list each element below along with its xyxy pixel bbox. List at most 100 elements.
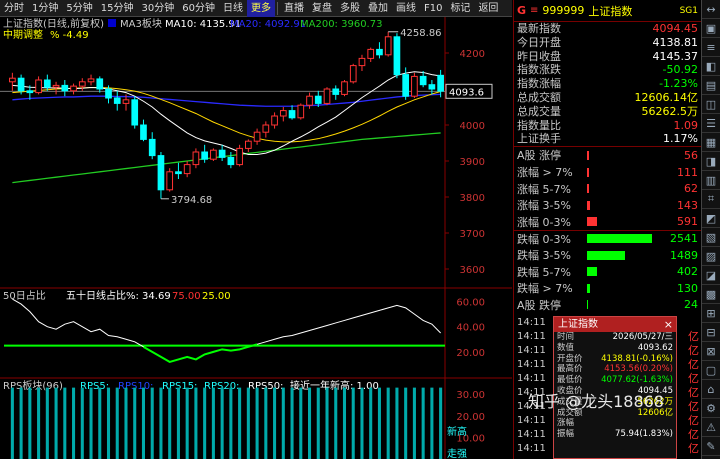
candle-body xyxy=(236,147,243,166)
range-label: A股 涨停 xyxy=(517,149,562,163)
candle-body xyxy=(43,79,51,88)
y-tick-label: 4200 xyxy=(460,49,485,60)
side-tool-icon[interactable]: ◩ xyxy=(702,209,720,228)
side-tool-icon[interactable]: ▥ xyxy=(702,171,720,190)
candle-body xyxy=(70,85,77,92)
y-tick-label: 3700 xyxy=(460,229,485,240)
side-tool-icon[interactable]: ▩ xyxy=(702,285,720,304)
ma60-line xyxy=(12,93,441,107)
side-tool-icon[interactable]: ▧ xyxy=(702,228,720,247)
toolbar-item-2[interactable]: 5分钟 xyxy=(62,0,96,17)
side-tool-icon[interactable]: ↔ xyxy=(702,0,720,19)
close-icon[interactable]: × xyxy=(664,317,673,332)
toolbar-item-12[interactable]: 画线 xyxy=(392,0,420,17)
side-tool-icon[interactable]: ⊞ xyxy=(702,304,720,323)
quote-key: 指数量比 xyxy=(517,118,561,132)
panel2-line xyxy=(12,298,441,363)
toolbar-item-11[interactable]: 叠加 xyxy=(364,0,392,17)
candle-body xyxy=(35,79,42,94)
side-tool-icon[interactable]: ☰ xyxy=(702,114,720,133)
toolbar-item-5[interactable]: 60分钟 xyxy=(178,0,219,17)
candle-body xyxy=(166,171,174,191)
range-label: 跌幅 5-7% xyxy=(517,265,571,279)
range-label: 涨幅 0-3% xyxy=(517,215,571,229)
candle-body xyxy=(358,57,366,67)
side-tool-icon[interactable]: ⚠ xyxy=(702,418,720,437)
quote-key: 上证换手 xyxy=(517,132,561,146)
side-tool-icon[interactable]: ▣ xyxy=(702,19,720,38)
advance-decline-row[interactable]: 跌幅 > 7% 130 xyxy=(514,280,701,297)
popup-value: 4093.62 xyxy=(637,342,673,353)
sub-value: % -4.49 xyxy=(50,30,89,41)
side-tool-icon[interactable]: ✎ xyxy=(702,437,720,456)
side-tool-icon[interactable]: ▤ xyxy=(702,76,720,95)
toolbar-item-15[interactable]: 返回 xyxy=(474,0,502,17)
side-tool-icon[interactable]: ⚙ xyxy=(702,399,720,418)
ma-block-icon[interactable] xyxy=(108,19,116,27)
quote-value: 12606.14亿 xyxy=(634,90,699,104)
y-tick-label: 3600 xyxy=(460,265,485,276)
advance-decline-row[interactable]: A股 跌停 24 xyxy=(514,297,701,314)
candle-body xyxy=(52,84,60,88)
sg-badge[interactable]: SG1 xyxy=(680,6,698,16)
advance-decline-row[interactable]: 跌幅 5-7% 402 xyxy=(514,263,701,280)
toolbar-item-13[interactable]: F10 xyxy=(420,0,446,17)
advance-decline-row[interactable]: 涨幅 > 7% 111 xyxy=(514,164,701,181)
side-tool-icon[interactable]: ◫ xyxy=(702,95,720,114)
toolbar-item-7[interactable]: 更多 xyxy=(246,0,275,17)
quote-row: 昨日收盘 4145.37 xyxy=(514,50,701,64)
side-tool-icon[interactable]: ⌂ xyxy=(702,380,720,399)
toolbar-item-9[interactable]: 复盘 xyxy=(308,0,336,17)
quote-value: 4138.81 xyxy=(652,35,699,49)
side-tool-icon[interactable]: ⊠ xyxy=(702,342,720,361)
count-bar xyxy=(587,267,597,277)
advance-decline-row[interactable]: 涨幅 5-7% 62 xyxy=(514,180,701,197)
side-tool-icon[interactable]: ◨ xyxy=(702,152,720,171)
menu-icon[interactable]: ≡ xyxy=(530,5,538,16)
quote-row: 指数量比 1.09 xyxy=(514,119,701,133)
toolbar-item-4[interactable]: 30分钟 xyxy=(137,0,178,17)
current-price-label: 4093.6 xyxy=(449,87,484,98)
toolbar-item-14[interactable]: 标记 xyxy=(446,0,474,17)
side-tool-icon[interactable]: ▦ xyxy=(702,133,720,152)
advance-decline-row[interactable]: 跌幅 0-3% 2541 xyxy=(514,230,701,247)
range-label: 涨幅 > 7% xyxy=(517,166,573,180)
side-tool-icon[interactable]: ⌗ xyxy=(702,190,720,209)
advance-decline-row[interactable]: 涨幅 3-5% 143 xyxy=(514,197,701,214)
popup-value: 75.94(1.83%) xyxy=(615,429,673,440)
quote-row: 指数涨幅 -1.23% xyxy=(514,77,701,91)
popup-key: 最高价 xyxy=(557,364,583,375)
advance-decline-row[interactable]: 跌幅 3-5% 1489 xyxy=(514,247,701,264)
quote-value: 1.17% xyxy=(663,132,698,146)
main-chart-area[interactable]: 42004100400039003800370036004093.64258.8… xyxy=(0,17,512,459)
group-indicator[interactable]: G xyxy=(517,4,526,17)
toolbar-item-6[interactable]: 日线 xyxy=(219,0,247,17)
panel2-tick: 20.00 xyxy=(456,348,485,359)
toolbar-item-3[interactable]: 15分钟 xyxy=(97,0,138,17)
advance-decline-row[interactable]: 涨幅 0-3% 591 xyxy=(514,214,701,231)
count-value: 2541 xyxy=(670,232,698,246)
toolbar-item-0[interactable]: 分时 xyxy=(0,0,28,17)
side-tool-icon[interactable]: ▨ xyxy=(702,247,720,266)
toolbar-item-1[interactable]: 1分钟 xyxy=(28,0,62,17)
toolbar-item-10[interactable]: 多股 xyxy=(336,0,364,17)
side-tool-icon[interactable]: ◪ xyxy=(702,266,720,285)
popup-rows: 时间 2026/05/27/三 数值 4093.62 开盘价 4138.81(-0.16%… xyxy=(554,332,676,440)
panel2-tick: 40.00 xyxy=(456,323,485,334)
side-tool-icon[interactable]: ⊟ xyxy=(702,323,720,342)
side-tool-icon[interactable]: ▢ xyxy=(702,361,720,380)
toolbar-item-8[interactable]: 直播 xyxy=(280,0,308,17)
side-tool-icon[interactable]: ◧ xyxy=(702,57,720,76)
count-bar xyxy=(587,167,589,177)
quote-row: 总成交量 56262.5万 xyxy=(514,105,701,119)
panel2-name: 50日占比 xyxy=(3,289,46,302)
popup-key: 数值 xyxy=(557,342,575,353)
panel2-value1: 75.00 xyxy=(172,291,201,302)
advance-decline-row[interactable]: A股 涨停 56 xyxy=(514,147,701,164)
candle-body xyxy=(175,171,182,175)
candle-body xyxy=(140,124,147,140)
popup-title: 上证指数 xyxy=(558,319,598,330)
tick-unit: 亿 xyxy=(688,400,699,413)
panel3-rps5: RPS5: xyxy=(80,381,109,392)
side-tool-icon[interactable]: ≡ xyxy=(702,38,720,57)
